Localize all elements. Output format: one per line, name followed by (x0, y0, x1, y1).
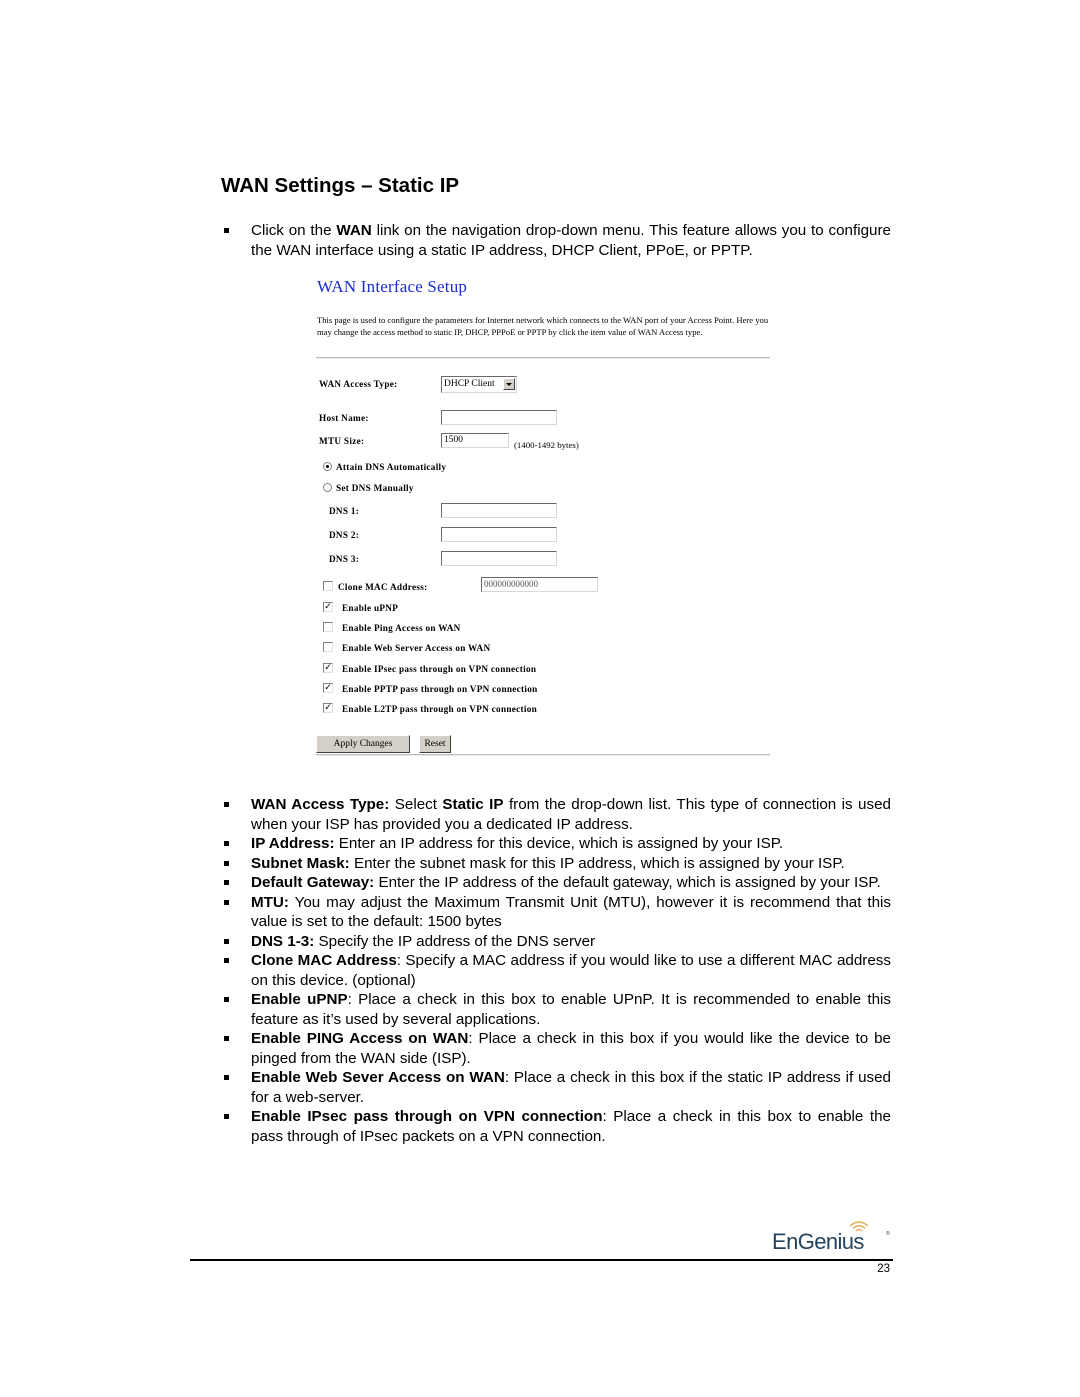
bullet-icon (224, 802, 229, 807)
option-label: Enable L2TP pass through on VPN connecti… (342, 704, 538, 714)
set-dns-manually-radio[interactable] (323, 483, 332, 492)
reset-button[interactable]: Reset (419, 735, 451, 753)
description-text: Enter the IP address of the default gate… (374, 874, 881, 891)
wan-access-type-select[interactable]: DHCP Client (441, 376, 517, 393)
footer-rule (190, 1259, 893, 1261)
bullet-icon (224, 841, 229, 846)
option-label: Enable Ping Access on WAN (342, 623, 461, 633)
option-checkbox[interactable]: ✓ (323, 602, 333, 612)
mtu-size-input[interactable]: 1500 (441, 433, 509, 448)
bullet-icon (224, 958, 229, 963)
description-term: Clone MAC Address (251, 952, 397, 969)
dns2-label: DNS 2: (329, 530, 360, 540)
description-item: Default Gateway: Enter the IP address of… (224, 873, 891, 893)
option-checkbox[interactable]: ✓ (323, 683, 333, 693)
page-title: WAN Settings – Static IP (221, 174, 460, 197)
mtu-size-hint: (1400-1492 bytes) (514, 440, 579, 450)
engenius-logo: EnGenius ® (772, 1219, 892, 1255)
bullet-icon (224, 997, 229, 1002)
bullet-icon (224, 1036, 229, 1041)
description-item: DNS 1-3: Specify the IP address of the D… (224, 932, 891, 952)
description-text: : Place a check in this box to enable UP… (251, 991, 891, 1028)
wan-access-type-label: WAN Access Type: (319, 379, 398, 389)
attain-dns-label: Attain DNS Automatically (336, 462, 447, 472)
divider (316, 357, 770, 359)
logo-text: EnGenius (772, 1229, 864, 1254)
dns3-input[interactable] (441, 551, 557, 566)
host-name-label: Host Name: (319, 413, 369, 423)
description-item: MTU: You may adjust the Maximum Transmit… (224, 893, 891, 932)
option-label: Enable Web Server Access on WAN (342, 643, 491, 653)
host-name-input[interactable] (441, 410, 557, 425)
bullet-icon (224, 860, 229, 866)
dns1-input[interactable] (441, 503, 557, 518)
description-text: Enter an IP address for this device, whi… (334, 835, 784, 852)
setup-description: This page is used to configure the param… (317, 315, 769, 337)
description-term: DNS 1-3: (251, 932, 315, 950)
chevron-down-icon[interactable] (503, 378, 515, 390)
description-item: Clone MAC Address: Specify a MAC address… (224, 951, 891, 990)
option-label: Enable uPNP (342, 603, 399, 613)
description-term: Enable Web Sever Access on WAN (251, 1069, 505, 1086)
description-term: IP Address: (251, 835, 335, 852)
description-text: Specify the IP address of the DNS server (314, 932, 596, 950)
intro-bold: WAN (336, 222, 372, 239)
option-checkbox[interactable] (323, 642, 333, 652)
option-checkbox[interactable]: ✓ (323, 703, 333, 713)
bullet-icon (224, 1114, 229, 1119)
apply-changes-button[interactable]: Apply Changes (316, 735, 410, 753)
clone-mac-label: Clone MAC Address: (338, 582, 428, 592)
wan-access-type-value: DHCP Client (444, 379, 495, 389)
dns2-input[interactable] (441, 527, 557, 542)
wan-interface-setup-screenshot: WAN Interface Setup This page is used to… (314, 277, 774, 759)
bullet-icon (224, 880, 229, 885)
description-term: Enable PING Access on WAN (251, 1030, 469, 1047)
bullet-icon (224, 228, 229, 233)
option-checkbox[interactable] (323, 622, 333, 632)
attain-dns-radio[interactable] (323, 462, 332, 471)
field-descriptions-list: WAN Access Type: Select Static IP from t… (224, 795, 891, 1146)
description-item: Enable PING Access on WAN: Place a check… (224, 1029, 891, 1068)
set-dns-manually-label: Set DNS Manually (336, 483, 414, 493)
description-item: Enable Web Sever Access on WAN: Place a … (224, 1068, 891, 1107)
description-item: Enable IPsec pass through on VPN connect… (224, 1107, 891, 1146)
registered-mark: ® (886, 1231, 890, 1237)
option-checkbox[interactable]: ✓ (323, 663, 333, 673)
description-term: Subnet Mask: (251, 854, 350, 872)
bullet-icon (224, 938, 229, 944)
description-text: You may adjust the Maximum Transmit Unit… (251, 893, 891, 931)
description-text: Enter the subnet mask for this IP addres… (349, 854, 845, 872)
bullet-icon (224, 899, 229, 905)
description-term: Default Gateway: (251, 874, 375, 891)
bullet-icon (224, 1075, 229, 1080)
intro-list: Click on the WAN link on the navigation … (224, 221, 891, 260)
description-text: Select (389, 796, 443, 813)
description-item: WAN Access Type: Select Static IP from t… (224, 795, 891, 834)
description-term: Enable uPNP (251, 991, 348, 1008)
dns3-label: DNS 3: (329, 554, 360, 564)
clone-mac-checkbox[interactable] (323, 581, 333, 591)
description-item: IP Address: Enter an IP address for this… (224, 834, 891, 854)
setup-title: WAN Interface Setup (317, 277, 468, 296)
intro-text: Click on the (251, 222, 337, 239)
option-label: Enable IPsec pass through on VPN connect… (342, 664, 537, 674)
description-term: Static IP (442, 796, 504, 813)
clone-mac-input[interactable]: 000000000000 (481, 577, 598, 592)
description-item: Enable uPNP: Place a check in this box t… (224, 990, 891, 1029)
description-term: Enable IPsec pass through on VPN connect… (251, 1108, 603, 1125)
dns1-label: DNS 1: (329, 506, 360, 516)
intro-item: Click on the WAN link on the navigation … (224, 221, 891, 260)
divider (316, 754, 770, 756)
page-number: 23 (877, 1263, 890, 1275)
description-term: WAN Access Type: (251, 796, 390, 813)
mtu-size-label: MTU Size: (319, 436, 365, 446)
option-label: Enable PPTP pass through on VPN connecti… (342, 684, 538, 694)
description-term: MTU: (251, 893, 289, 911)
description-item: Subnet Mask: Enter the subnet mask for t… (224, 854, 891, 874)
